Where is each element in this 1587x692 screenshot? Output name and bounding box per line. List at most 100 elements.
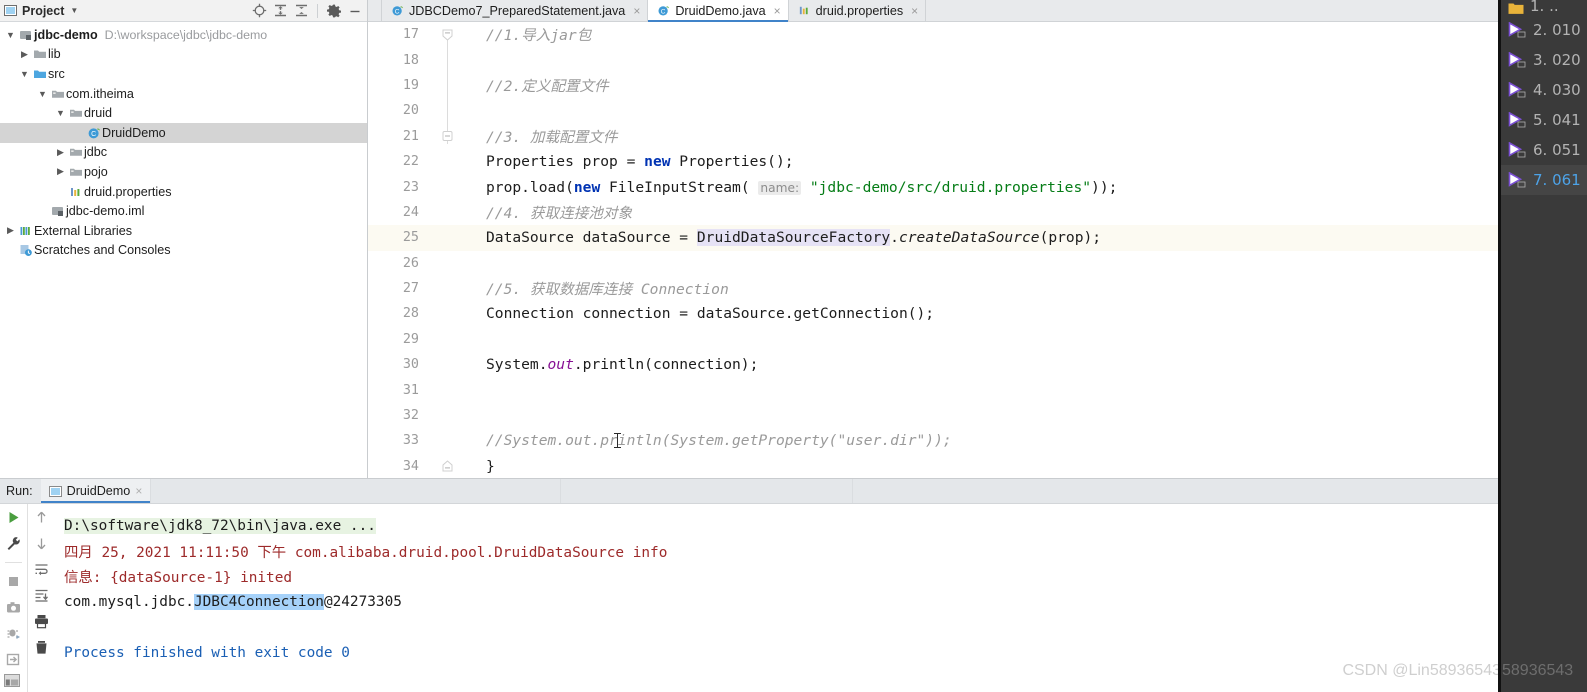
collapse-all-icon[interactable] [293,3,309,19]
chevron-right-icon[interactable]: ▶ [54,147,67,158]
tree-node-iml[interactable]: ▶ jdbc-demo.iml [0,201,367,221]
code-line-20: 20 [368,98,1587,123]
fold-marker-icon[interactable] [442,131,453,142]
fold-marker-icon[interactable] [442,29,453,41]
gutter-fold-17[interactable] [430,22,468,47]
chevron-down-icon[interactable]: ▼ [36,89,49,99]
tree-node-druid[interactable]: ▼ druid [0,103,367,123]
line-number: 25 [402,230,419,246]
playlist-item-1[interactable]: 1. .. [1501,0,1587,15]
layout-icon[interactable] [4,674,20,687]
package-icon [67,106,84,120]
gutter-22 [430,149,468,174]
tree-node-src[interactable]: ▼ src [0,64,367,84]
playlist-item-3[interactable]: 3. 020 [1501,45,1587,75]
camera-icon[interactable] [5,599,22,616]
editor-tab-jdbcdemo7[interactable]: C JDBCDemo7_PreparedStatement.java × [382,0,649,21]
line-number: 22 [402,154,419,170]
code-text: System.out.println(connection); [468,356,758,373]
line-number: 18 [402,52,419,68]
fold-marker-icon[interactable] [442,460,453,472]
expand-all-icon[interactable] [272,3,288,19]
svg-text:C: C [91,131,96,138]
tree-node-label: Scratches and Consoles [34,243,171,258]
video-playlist-overlay[interactable]: 1. .. 2. 010 3. 020 4. 030 5. 041 6. 051… [1498,0,1587,692]
gutter-fold-34[interactable] [430,454,468,478]
soft-wrap-icon[interactable] [33,561,50,578]
close-icon[interactable]: × [135,484,142,498]
rerun-icon[interactable] [5,509,22,526]
playlist-item-5[interactable]: 5. 041 [1501,105,1587,135]
tree-node-label: jdbc-demo.iml [66,204,145,219]
console-finished-text: Process finished with exit code 0 [64,644,350,661]
run-toolbar-primary [0,504,27,692]
line-number: 29 [402,331,419,347]
project-icon [4,4,17,17]
run-tab-druiddemo[interactable]: DruidDemo × [40,479,151,503]
chevron-right-icon[interactable]: ▶ [4,225,17,236]
print-icon[interactable] [33,613,50,630]
tree-node-com-itheima[interactable]: ▼ com.itheima [0,84,367,104]
playlist-item-6[interactable]: 6. 051 [1501,135,1587,165]
code-editor[interactable]: 17 //1.导入jar包 18 19 //2.定义配置文件 20 21 //3… [368,22,1587,478]
gutter-25 [430,225,468,250]
chevron-right-icon[interactable]: ▶ [54,166,67,177]
tree-node-druid-properties[interactable]: ▶ druid.properties [0,182,367,202]
code-line-26: 26 [368,251,1587,276]
playlist-item-7[interactable]: 7. 061 [1501,165,1587,195]
chevron-down-icon[interactable]: ▼ [18,69,31,79]
playlist-item-4[interactable]: 4. 030 [1501,75,1587,105]
gear-icon[interactable] [326,3,342,19]
line-number: 20 [402,103,419,119]
console-output-prefix: com.mysql.jdbc. [64,593,194,610]
export-icon[interactable] [5,651,22,668]
code-line-18: 18 [368,47,1587,72]
chevron-down-icon[interactable]: ▼ [70,6,78,15]
playlist-item-label: 2. 010 [1533,21,1581,39]
arrow-down-icon[interactable] [33,535,50,552]
playlist-item-label: 7. 061 [1533,171,1581,189]
debug-rerun-icon[interactable] [5,625,22,642]
chevron-down-icon[interactable]: ▼ [4,30,17,40]
trash-icon[interactable] [33,639,50,656]
scroll-to-end-icon[interactable] [33,587,50,604]
editor-tab-druid-properties[interactable]: druid.properties × [788,0,927,21]
line-number: 30 [402,357,419,373]
chevron-right-icon[interactable]: ▶ [18,49,31,60]
project-panel-header: Project ▼ [0,0,367,22]
package-icon [67,165,84,179]
video-play-icon [1508,82,1527,98]
run-toolbar-secondary [27,504,54,692]
tree-node-scratches[interactable]: ▶ Scratches and Consoles [0,241,367,261]
tree-node-pojo[interactable]: ▶ pojo [0,162,367,182]
video-play-icon [1508,112,1527,128]
playlist-item-label: 6. 051 [1533,141,1581,159]
gutter-fold-21[interactable] [430,124,468,149]
module-icon [49,204,66,218]
code-line-19: 19 //2.定义配置文件 [368,73,1587,98]
tree-node-jdbc[interactable]: ▶ jdbc [0,143,367,163]
gutter-33 [430,428,468,453]
code-line-21: 21 //3. 加载配置文件 [368,124,1587,149]
console-output-selection: JDBC4Connection [193,593,324,610]
arrow-up-icon[interactable] [33,509,50,526]
close-icon[interactable]: × [633,4,640,18]
locate-icon[interactable] [251,3,267,19]
minimize-icon[interactable] [347,3,363,19]
playlist-item-2[interactable]: 2. 010 [1501,15,1587,45]
editor-tab-label: JDBCDemo7_PreparedStatement.java [409,3,626,18]
tree-node-external-libraries[interactable]: ▶ External Libraries [0,221,367,241]
editor-tab-druiddemo[interactable]: C DruidDemo.java × [648,0,789,22]
stop-icon[interactable] [5,573,22,590]
tree-node-jdbc-demo[interactable]: ▼ jdbc-demo D:\workspace\jdbc\jdbc-demo [0,25,367,45]
code-line-25: 25 DataSource dataSource = DruidDataSour… [368,225,1587,251]
close-icon[interactable]: × [911,4,918,18]
tree-node-lib[interactable]: ▶ lib [0,45,367,65]
close-icon[interactable]: × [774,4,781,18]
run-tool-window: Run: DruidDemo × D:\software\jdk8_72\bin… [0,478,1587,692]
tree-node-druiddemo[interactable]: ▶ C DruidDemo [0,122,367,143]
wrench-icon[interactable] [5,535,22,552]
ide-window: Project ▼ ▼ jdbc-demo D:\workspace\jdbc\… [0,0,1587,692]
chevron-down-icon[interactable]: ▼ [54,108,67,118]
